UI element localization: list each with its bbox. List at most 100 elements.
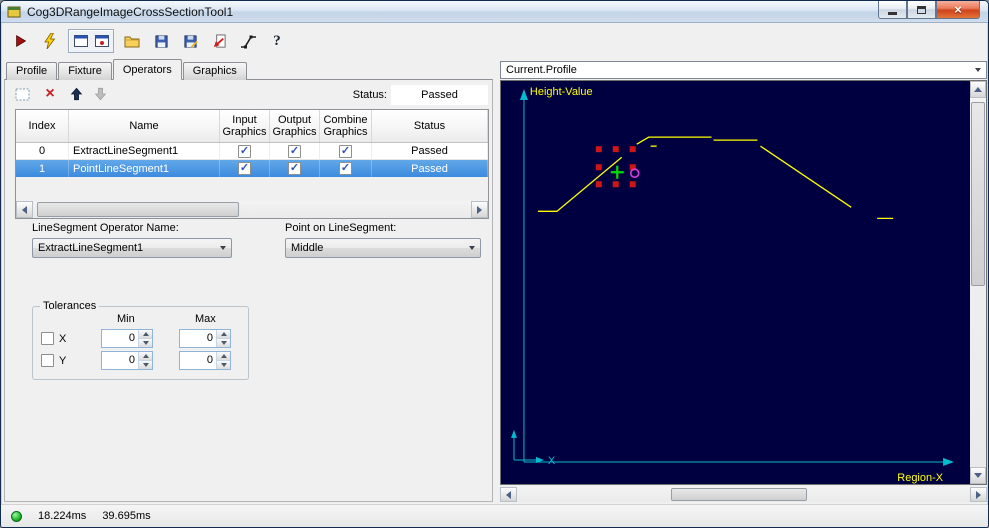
close-button[interactable]: × (936, 1, 980, 19)
chevron-down-icon (970, 62, 986, 78)
output-graphics-checkbox[interactable]: ✓ (270, 160, 320, 177)
save-button[interactable] (150, 30, 172, 52)
scroll-right-button[interactable] (970, 487, 987, 502)
arrow-up-icon (70, 87, 82, 101)
table-row-selected[interactable]: 1 PointLineSegment1 ✓ ✓ ✓ Passed (16, 160, 488, 177)
scroll-track[interactable] (970, 98, 986, 467)
minimize-button[interactable] (878, 1, 907, 19)
app-icon (7, 6, 21, 18)
display-toggle-button-b[interactable] (92, 32, 111, 50)
operator-name-label: LineSegment Operator Name: (32, 222, 179, 234)
chart-region[interactable]: Height-Value Region-X X (501, 81, 970, 484)
spin-up-button[interactable] (139, 352, 152, 361)
scroll-thumb[interactable] (671, 488, 807, 501)
display-horizontal-scrollbar[interactable] (500, 487, 987, 502)
tab-operators[interactable]: Operators (112, 59, 182, 80)
table-horizontal-scrollbar[interactable] (16, 201, 488, 218)
scroll-track[interactable] (33, 201, 471, 218)
col-header-output-graphics[interactable]: Output Graphics (270, 110, 320, 142)
tolerance-x-max-spinner[interactable]: 0 (179, 329, 231, 348)
save-as-button[interactable] (179, 30, 201, 52)
col-header-status[interactable]: Status (372, 110, 488, 142)
combine-graphics-checkbox[interactable]: ✓ (320, 143, 372, 159)
spinner-value: 0 (206, 354, 213, 366)
output-graphics-checkbox[interactable]: ✓ (270, 143, 320, 159)
tolerance-x-checkbox[interactable] (41, 332, 54, 345)
move-down-button[interactable] (91, 85, 109, 103)
col-header-name[interactable]: Name (69, 110, 220, 142)
open-file-button[interactable] (121, 30, 143, 52)
run-button[interactable] (10, 30, 32, 52)
spin-up-button[interactable] (217, 330, 230, 339)
max-column-header: Max (195, 313, 216, 325)
add-operator-button[interactable] (13, 85, 31, 103)
spin-down-button[interactable] (139, 361, 152, 369)
point-on-linesegment-combobox[interactable]: Middle (285, 238, 481, 258)
origin-label: X (548, 455, 556, 467)
tab-graphics[interactable]: Graphics (182, 62, 247, 80)
operator-name-combobox[interactable]: ExtractLineSegment1 (32, 238, 232, 258)
delete-icon: × (45, 85, 55, 102)
input-graphics-checkbox[interactable]: ✓ (220, 143, 270, 159)
status-value: Passed (421, 89, 458, 101)
display-toggle-button-a[interactable] (71, 32, 90, 50)
move-up-button[interactable] (67, 85, 85, 103)
tab-fixture[interactable]: Fixture (58, 62, 112, 80)
check-icon: ✓ (340, 144, 351, 157)
window-grid-icon (73, 35, 88, 47)
tolerance-y-min-spinner[interactable]: 0 (101, 351, 153, 370)
status-led-icon (11, 510, 22, 522)
tolerance-y-max-spinner[interactable]: 0 (179, 351, 231, 370)
scroll-right-button[interactable] (471, 201, 488, 218)
table-row[interactable]: 0 ExtractLineSegment1 ✓ ✓ ✓ Passed (16, 143, 488, 160)
spin-up-button[interactable] (217, 352, 230, 361)
result-time-value: 39.695ms (102, 510, 151, 522)
triangle-down-icon (974, 473, 982, 478)
electric-run-button[interactable] (39, 30, 61, 52)
cell-name: ExtractLineSegment1 (69, 143, 220, 159)
maximize-icon (917, 5, 926, 14)
spin-down-button[interactable] (217, 339, 230, 347)
scroll-up-button[interactable] (970, 81, 986, 98)
scroll-down-button[interactable] (970, 467, 986, 484)
scroll-thumb[interactable] (37, 202, 239, 217)
spin-up-button[interactable] (139, 330, 152, 339)
cell-index: 0 (16, 143, 69, 159)
status-value-box: Passed (391, 85, 488, 105)
chevron-down-icon (464, 239, 480, 257)
tab-strip: Profile Fixture Operators Graphics (6, 59, 248, 80)
help-button[interactable]: ? (266, 30, 288, 52)
combo-value: Current.Profile (506, 64, 577, 76)
scroll-track[interactable] (517, 487, 970, 502)
scroll-thumb[interactable] (971, 101, 985, 287)
close-icon: × (954, 2, 962, 17)
tool-edit-window: Cog3DRangeImageCrossSectionTool1 × ? Pro… (0, 0, 989, 528)
tolerance-y-checkbox[interactable] (41, 354, 54, 367)
profile-setup-button[interactable] (237, 30, 259, 52)
col-header-index[interactable]: Index (16, 110, 69, 142)
combo-value: ExtractLineSegment1 (38, 242, 144, 254)
main-toolbar: ? (1, 24, 988, 58)
profile-chart[interactable]: Height-Value Region-X X (501, 81, 970, 484)
input-graphics-checkbox[interactable]: ✓ (220, 160, 270, 177)
maximize-button[interactable] (907, 1, 936, 19)
scroll-left-button[interactable] (16, 201, 33, 218)
display-vertical-scrollbar[interactable] (970, 81, 986, 484)
col-header-combine-graphics[interactable]: Combine Graphics (320, 110, 372, 142)
scroll-left-button[interactable] (500, 487, 517, 502)
combine-graphics-checkbox[interactable]: ✓ (320, 160, 372, 177)
delete-operator-button[interactable]: × (41, 85, 59, 103)
col-header-input-graphics[interactable]: Input Graphics (220, 110, 270, 142)
tab-profile[interactable]: Profile (6, 62, 58, 80)
import-button[interactable] (208, 30, 230, 52)
title-bar[interactable]: Cog3DRangeImageCrossSectionTool1 (1, 1, 988, 23)
spin-down-button[interactable] (217, 361, 230, 369)
tolerance-y-label: Y (59, 355, 67, 367)
profile-selector-combobox[interactable]: Current.Profile (500, 61, 987, 79)
point-on-linesegment-label: Point on LineSegment: (285, 222, 397, 234)
triangle-left-icon (22, 205, 27, 214)
tolerance-x-min-spinner[interactable]: 0 (101, 329, 153, 348)
tolerances-title: Tolerances (40, 300, 100, 312)
display-toggle-group (68, 29, 114, 53)
spin-down-button[interactable] (139, 339, 152, 347)
